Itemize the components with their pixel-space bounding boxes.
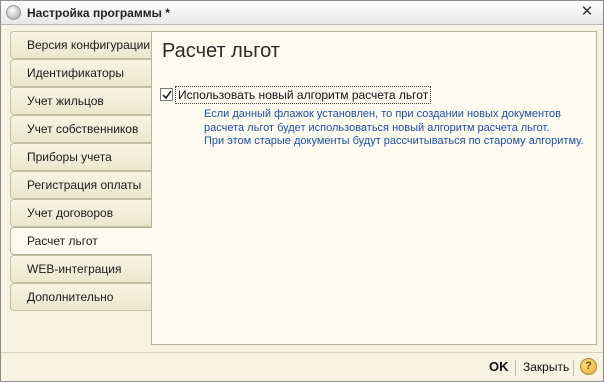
help-icon[interactable]: ? (580, 358, 597, 375)
title-bar[interactable]: Настройка программы * ✕ (1, 1, 603, 25)
divider (573, 360, 574, 376)
tab-benefits-calculation[interactable]: Расчет льгот (10, 227, 152, 255)
tab-payment-registration[interactable]: Регистрация оплаты (10, 171, 151, 199)
new-algorithm-checkbox[interactable] (160, 88, 173, 101)
new-algorithm-checkbox-label[interactable]: Использовать новый алгоритм расчета льго… (175, 86, 432, 104)
divider (515, 360, 516, 376)
page-title: Расчет льгот (162, 40, 280, 62)
hint-line: расчета льгот будет использоваться новый… (204, 121, 550, 134)
tab-meters[interactable]: Приборы учета (10, 143, 151, 171)
ok-button[interactable]: OK (489, 359, 509, 374)
app-logo-icon (6, 5, 21, 20)
close-button[interactable]: Закрыть (523, 360, 569, 374)
tab-config-version[interactable]: Версия конфигурации (10, 31, 151, 59)
hint-line: При этом старые документы будут рассчиты… (204, 135, 584, 147)
settings-window: Настройка программы * ✕ Версия конфигура… (0, 0, 604, 382)
tab-owners[interactable]: Учет собственников (10, 115, 151, 143)
hint-text: Если данный флажок установлен, то при со… (204, 108, 592, 149)
tab-identifiers[interactable]: Идентификаторы (10, 59, 151, 87)
hint-line: Если данный флажок установлен, то при со… (204, 108, 561, 120)
tab-contracts[interactable]: Учет договоров (10, 199, 151, 227)
footer-bar: OK Закрыть ? (1, 352, 603, 381)
settings-panel: Расчет льгот Использовать новый алгоритм… (151, 31, 597, 345)
tab-additional[interactable]: Дополнительно (10, 283, 151, 311)
tab-residents[interactable]: Учет жильцов (10, 87, 151, 115)
window-title: Настройка программы * (27, 6, 170, 20)
checkmark-icon (162, 90, 172, 100)
close-icon[interactable]: ✕ (579, 4, 595, 20)
tab-web-integration[interactable]: WEB-интеграция (10, 255, 151, 283)
